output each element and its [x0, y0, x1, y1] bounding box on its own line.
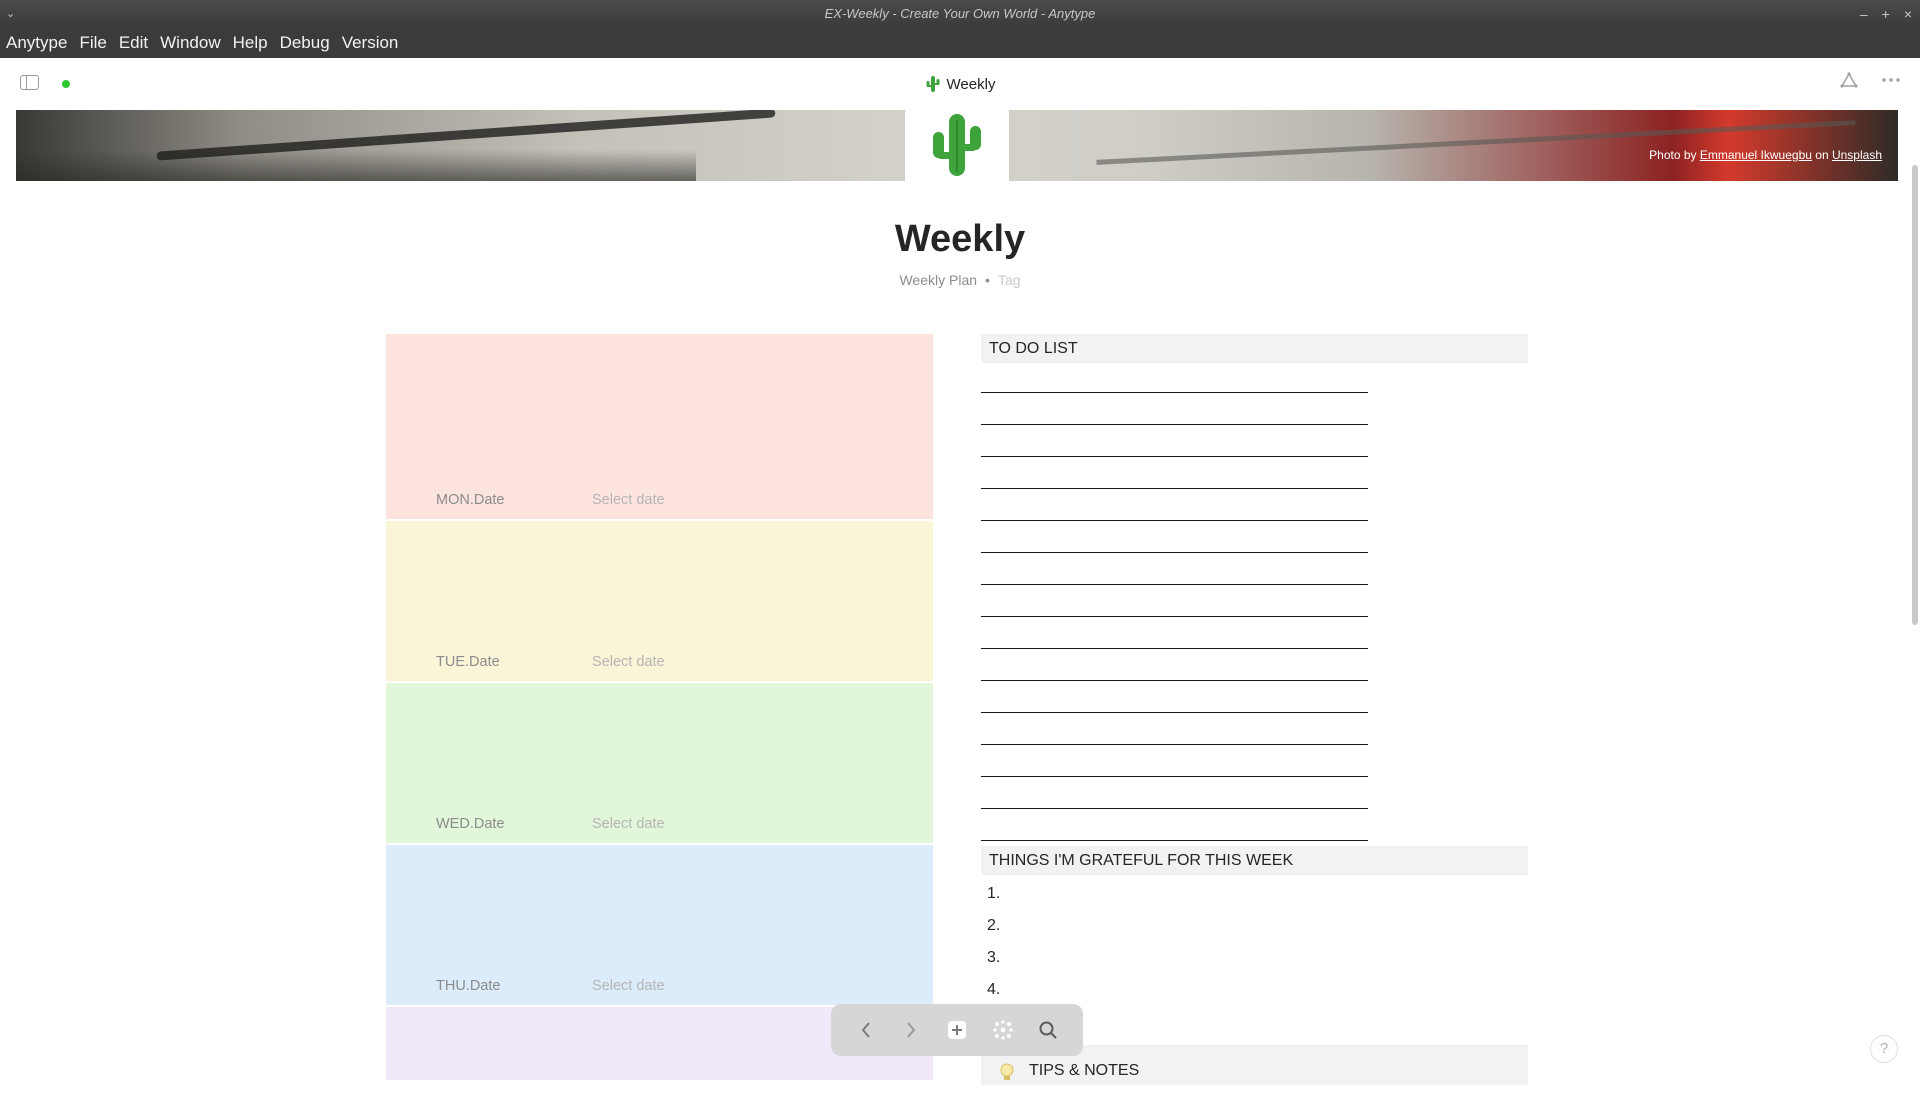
date-select[interactable]: Select date	[592, 978, 665, 994]
plus-square-icon	[947, 1021, 966, 1039]
credit-author-link[interactable]: Emmanuel Ikwuegbu	[1700, 148, 1812, 162]
search-icon	[1039, 1021, 1057, 1039]
minimize-button[interactable]: –	[1860, 0, 1868, 28]
day-block-thu[interactable]: THU.Date Select date	[386, 845, 933, 1005]
todo-line[interactable]	[981, 456, 1368, 457]
day-block-wed[interactable]: WED.Date Select date	[386, 683, 933, 843]
window-titlebar: ⌄ EX-Weekly - Create Your Own World - An…	[0, 0, 1920, 28]
close-button[interactable]: ×	[1904, 0, 1912, 28]
page-meta: Weekly Plan • Tag	[0, 272, 1920, 288]
page-scrollbar[interactable]	[1912, 165, 1918, 625]
lightbulb-icon	[1000, 1063, 1014, 1080]
grateful-item-1[interactable]: 1.	[987, 885, 1000, 903]
credit-on: on	[1815, 148, 1829, 162]
photo-credit: Photo by Emmanuel Ikwuegbu on Unsplash	[1649, 148, 1882, 162]
todo-line[interactable]	[981, 616, 1368, 617]
menu-window[interactable]: Window	[154, 33, 226, 53]
todo-line[interactable]	[981, 520, 1368, 521]
day-label: WED.Date	[436, 816, 505, 832]
meta-separator: •	[985, 272, 990, 288]
chevron-left-icon	[861, 1022, 870, 1038]
menu-debug[interactable]: Debug	[274, 33, 336, 53]
day-label: THU.Date	[436, 978, 501, 994]
todo-line[interactable]	[981, 744, 1368, 745]
date-select[interactable]: Select date	[592, 816, 665, 832]
forward-button[interactable]	[896, 1015, 926, 1045]
help-button[interactable]: ?	[1870, 1035, 1898, 1063]
todo-line[interactable]	[981, 808, 1368, 809]
todo-line[interactable]	[981, 424, 1368, 425]
graph-dots-icon	[992, 1020, 1013, 1040]
menu-version[interactable]: Version	[336, 33, 405, 53]
tips-heading: TIPS & NOTES	[1029, 1062, 1140, 1079]
header-title-text: Weekly	[946, 75, 996, 93]
grateful-item-3[interactable]: 3.	[987, 949, 1000, 967]
menu-help[interactable]: Help	[227, 33, 274, 53]
date-select[interactable]: Select date	[592, 654, 665, 670]
cactus-icon	[926, 76, 940, 92]
grateful-item-2[interactable]: 2.	[987, 917, 1000, 935]
graph-button[interactable]	[988, 1015, 1018, 1045]
menu-edit[interactable]: Edit	[113, 33, 154, 53]
todo-line[interactable]	[981, 392, 1368, 393]
bottom-navigation	[831, 1004, 1083, 1056]
menu-bar: Anytype File Edit Window Help Debug Vers…	[0, 28, 1920, 58]
todo-line[interactable]	[981, 712, 1368, 713]
todo-line[interactable]	[981, 488, 1368, 489]
date-select[interactable]: Select date	[592, 492, 665, 508]
day-block-mon[interactable]: MON.Date Select date	[386, 334, 933, 519]
search-button[interactable]	[1033, 1015, 1063, 1045]
tag-placeholder[interactable]: Tag	[998, 272, 1021, 288]
credit-source-link[interactable]: Unsplash	[1832, 148, 1882, 162]
credit-prefix: Photo by	[1649, 148, 1697, 162]
window-menu-chevron-icon[interactable]: ⌄	[6, 0, 15, 28]
todo-line[interactable]	[981, 584, 1368, 585]
chevron-right-icon	[907, 1022, 916, 1038]
todo-line[interactable]	[981, 840, 1368, 841]
menu-file[interactable]: File	[73, 33, 112, 53]
todo-line[interactable]	[981, 776, 1368, 777]
create-object-button[interactable]	[942, 1015, 972, 1045]
object-type-label[interactable]: Weekly Plan	[899, 272, 977, 288]
maximize-button[interactable]: +	[1882, 0, 1890, 28]
todo-line[interactable]	[981, 680, 1368, 681]
page-icon[interactable]	[905, 100, 1009, 184]
todo-line[interactable]	[981, 648, 1368, 649]
todo-heading[interactable]: TO DO LIST	[981, 334, 1528, 363]
grateful-item-4[interactable]: 4.	[987, 981, 1000, 999]
day-label: MON.Date	[436, 492, 505, 508]
grateful-heading[interactable]: THINGS I'M GRATEFUL FOR THIS WEEK	[981, 846, 1528, 875]
more-options-icon[interactable]	[1882, 77, 1900, 83]
page-title[interactable]: Weekly	[0, 218, 1920, 261]
cactus-icon	[933, 114, 981, 176]
day-label: TUE.Date	[436, 654, 500, 670]
graph-icon[interactable]	[1840, 72, 1858, 88]
window-title: EX-Weekly - Create Your Own World - Anyt…	[824, 6, 1096, 21]
todo-line[interactable]	[981, 552, 1368, 553]
back-button[interactable]	[851, 1015, 881, 1045]
day-block-tue[interactable]: TUE.Date Select date	[386, 521, 933, 681]
menu-anytype[interactable]: Anytype	[0, 33, 73, 53]
